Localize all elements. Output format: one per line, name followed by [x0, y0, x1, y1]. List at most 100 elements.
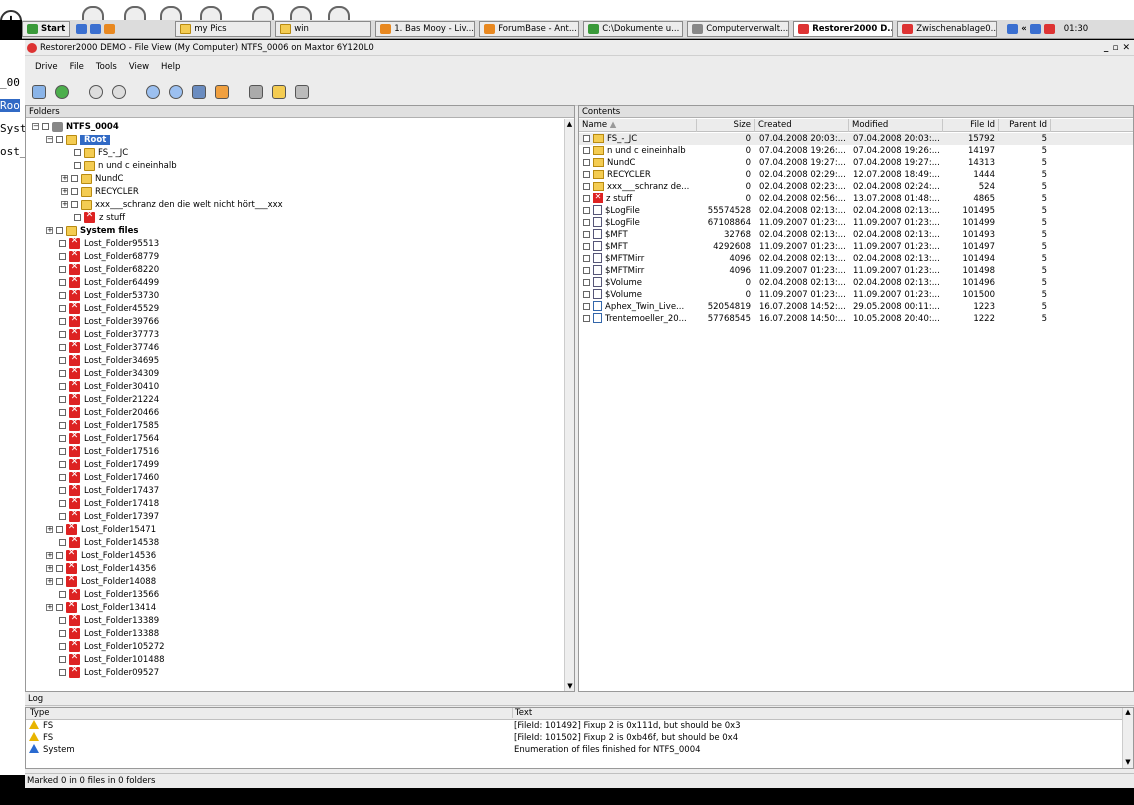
row-checkbox[interactable]	[583, 243, 590, 250]
scroll-up-icon[interactable]: ▲	[1123, 708, 1133, 718]
open-folder-icon[interactable]	[269, 82, 289, 102]
row-checkbox[interactable]	[583, 147, 590, 154]
column-file-id[interactable]: File Id	[943, 119, 999, 132]
log-column-text[interactable]: Text	[512, 708, 532, 718]
tree-checkbox[interactable]	[59, 630, 66, 637]
tree-checkbox[interactable]	[59, 396, 66, 403]
tree-checkbox[interactable]	[59, 500, 66, 507]
row-checkbox[interactable]	[583, 231, 590, 238]
taskbar-item-browser[interactable]: ForumBase - Ant...	[479, 21, 580, 37]
tree-item-folder[interactable]: + NundC	[61, 172, 123, 185]
table-row[interactable]: $Volume 0 02.04.2008 02:13:... 02.04.200…	[579, 277, 1133, 289]
column-name[interactable]: Name ▲	[579, 119, 697, 132]
tree-checkbox[interactable]	[74, 214, 81, 221]
taskbar-item-win[interactable]: win	[275, 21, 372, 37]
log-column-type[interactable]: Type	[30, 708, 50, 718]
tree-item-lost-folder[interactable]: +Lost_Folder14356	[46, 561, 156, 575]
table-row[interactable]: $Volume 0 11.09.2007 01:23:... 11.09.200…	[579, 289, 1133, 301]
log-row[interactable]: System Enumeration of files finished for…	[26, 744, 1133, 756]
tree-checkbox[interactable]	[56, 604, 63, 611]
taskbar-item-music[interactable]: 1. Bas Mooy - Liv...	[375, 21, 476, 37]
menu-tools[interactable]: Tools	[96, 62, 117, 72]
table-row[interactable]: $LogFile 67108864 11.09.2007 01:23:... 1…	[579, 217, 1133, 229]
table-row[interactable]: NundC 0 07.04.2008 19:27:... 07.04.2008 …	[579, 157, 1133, 169]
row-checkbox[interactable]	[583, 291, 590, 298]
log-row[interactable]: FS [FileId: 101502] Fixup 2 is 0xb46f, b…	[26, 732, 1133, 744]
tree-checkbox[interactable]	[56, 565, 63, 572]
taskbar-item-computer-management[interactable]: Computerverwalt...	[687, 21, 790, 37]
table-row[interactable]: z stuff 0 02.04.2008 02:56:... 13.07.200…	[579, 193, 1133, 205]
binoculars-icon[interactable]	[189, 82, 209, 102]
expand-toggle[interactable]: +	[46, 565, 53, 572]
tree-item-folder[interactable]: n und c eineinhalb	[74, 159, 177, 172]
tree-checkbox[interactable]	[59, 461, 66, 468]
folder-tree[interactable]: − NTFS_0004 − Root FS_-_JC n und c eineinh…	[26, 119, 564, 691]
title-bar[interactable]: Restorer2000 DEMO - File View (My Comput…	[25, 40, 1134, 56]
minimize-button[interactable]: _	[1104, 43, 1109, 53]
tree-checkbox[interactable]	[59, 669, 66, 676]
folders-scrollbar[interactable]: ▲ ▼	[564, 119, 574, 691]
tree-checkbox[interactable]	[56, 578, 63, 585]
tree-checkbox[interactable]	[59, 344, 66, 351]
tree-checkbox[interactable]	[59, 240, 66, 247]
tray-network-icon[interactable]	[1029, 24, 1041, 34]
expand-toggle[interactable]: +	[46, 552, 53, 559]
row-checkbox[interactable]	[583, 279, 590, 286]
connect-icon[interactable]	[29, 82, 49, 102]
column-modified[interactable]: Modified	[849, 119, 943, 132]
row-checkbox[interactable]	[583, 195, 590, 202]
tree-checkbox[interactable]	[59, 266, 66, 273]
refresh-icon[interactable]	[52, 82, 72, 102]
properties-icon[interactable]	[292, 82, 312, 102]
log-row[interactable]: FS [FileId: 101492] Fixup 2 is 0x111d, b…	[26, 720, 1133, 732]
tree-checkbox[interactable]	[59, 656, 66, 663]
row-checkbox[interactable]	[583, 267, 590, 274]
table-row[interactable]: n und c eineinhalb 0 07.04.2008 19:26:..…	[579, 145, 1133, 157]
tree-checkbox[interactable]	[71, 201, 78, 208]
tree-checkbox[interactable]	[59, 292, 66, 299]
tree-item-lost-folder[interactable]: +Lost_Folder14088	[46, 574, 156, 588]
tree-item-drive[interactable]: − NTFS_0004	[32, 120, 119, 133]
find-next-icon[interactable]	[166, 82, 186, 102]
table-row[interactable]: $MFTMirr 4096 02.04.2008 02:13:... 02.04…	[579, 253, 1133, 265]
column-size[interactable]: Size	[697, 119, 755, 132]
row-checkbox[interactable]	[583, 135, 590, 142]
tree-checkbox[interactable]	[59, 370, 66, 377]
table-row[interactable]: xxx___schranz de... 0 02.04.2008 02:23:.…	[579, 181, 1133, 193]
quicklaunch-icon[interactable]	[76, 24, 88, 34]
tree-checkbox[interactable]	[59, 487, 66, 494]
start-button[interactable]: Start	[22, 21, 71, 37]
log-table[interactable]: Type Text FS [FileId: 101492] Fixup 2 is…	[25, 707, 1134, 769]
taskbar-item-clipboard[interactable]: Zwischenablage0...	[897, 21, 998, 37]
tree-checkbox[interactable]	[59, 305, 66, 312]
tree-checkbox[interactable]	[42, 123, 49, 130]
quicklaunch-icon[interactable]	[90, 24, 102, 34]
collapse-toggle[interactable]: −	[32, 123, 39, 130]
tree-checkbox[interactable]	[59, 357, 66, 364]
tree-checkbox[interactable]	[74, 162, 81, 169]
tree-checkbox[interactable]	[59, 409, 66, 416]
column-created[interactable]: Created	[755, 119, 849, 132]
expand-toggle[interactable]: +	[61, 188, 68, 195]
tree-item-root[interactable]: − Root	[46, 133, 111, 146]
tray-security-icon[interactable]	[1043, 24, 1055, 34]
zoom-in-icon[interactable]: +	[0, 10, 22, 20]
tree-checkbox[interactable]	[59, 539, 66, 546]
expand-toggle[interactable]: +	[61, 201, 68, 208]
tree-checkbox[interactable]	[59, 279, 66, 286]
tree-item-lost-folder[interactable]: +Lost_Folder15471	[46, 522, 156, 536]
expand-toggle[interactable]: +	[46, 227, 53, 234]
row-checkbox[interactable]	[583, 159, 590, 166]
column-parent-id[interactable]: Parent Id	[999, 119, 1051, 132]
disk-icon[interactable]	[246, 82, 266, 102]
find-icon[interactable]	[143, 82, 163, 102]
tree-checkbox[interactable]	[59, 435, 66, 442]
tree-checkbox[interactable]	[59, 591, 66, 598]
table-row[interactable]: $MFTMirr 4096 11.09.2007 01:23:... 11.09…	[579, 265, 1133, 277]
row-checkbox[interactable]	[583, 171, 590, 178]
table-row[interactable]: Aphex_Twin_Live... 52054819 16.07.2008 1…	[579, 301, 1133, 313]
tree-checkbox[interactable]	[59, 318, 66, 325]
close-button[interactable]: ✕	[1122, 43, 1130, 53]
tree-checkbox[interactable]	[74, 149, 81, 156]
menu-view[interactable]: View	[129, 62, 149, 72]
